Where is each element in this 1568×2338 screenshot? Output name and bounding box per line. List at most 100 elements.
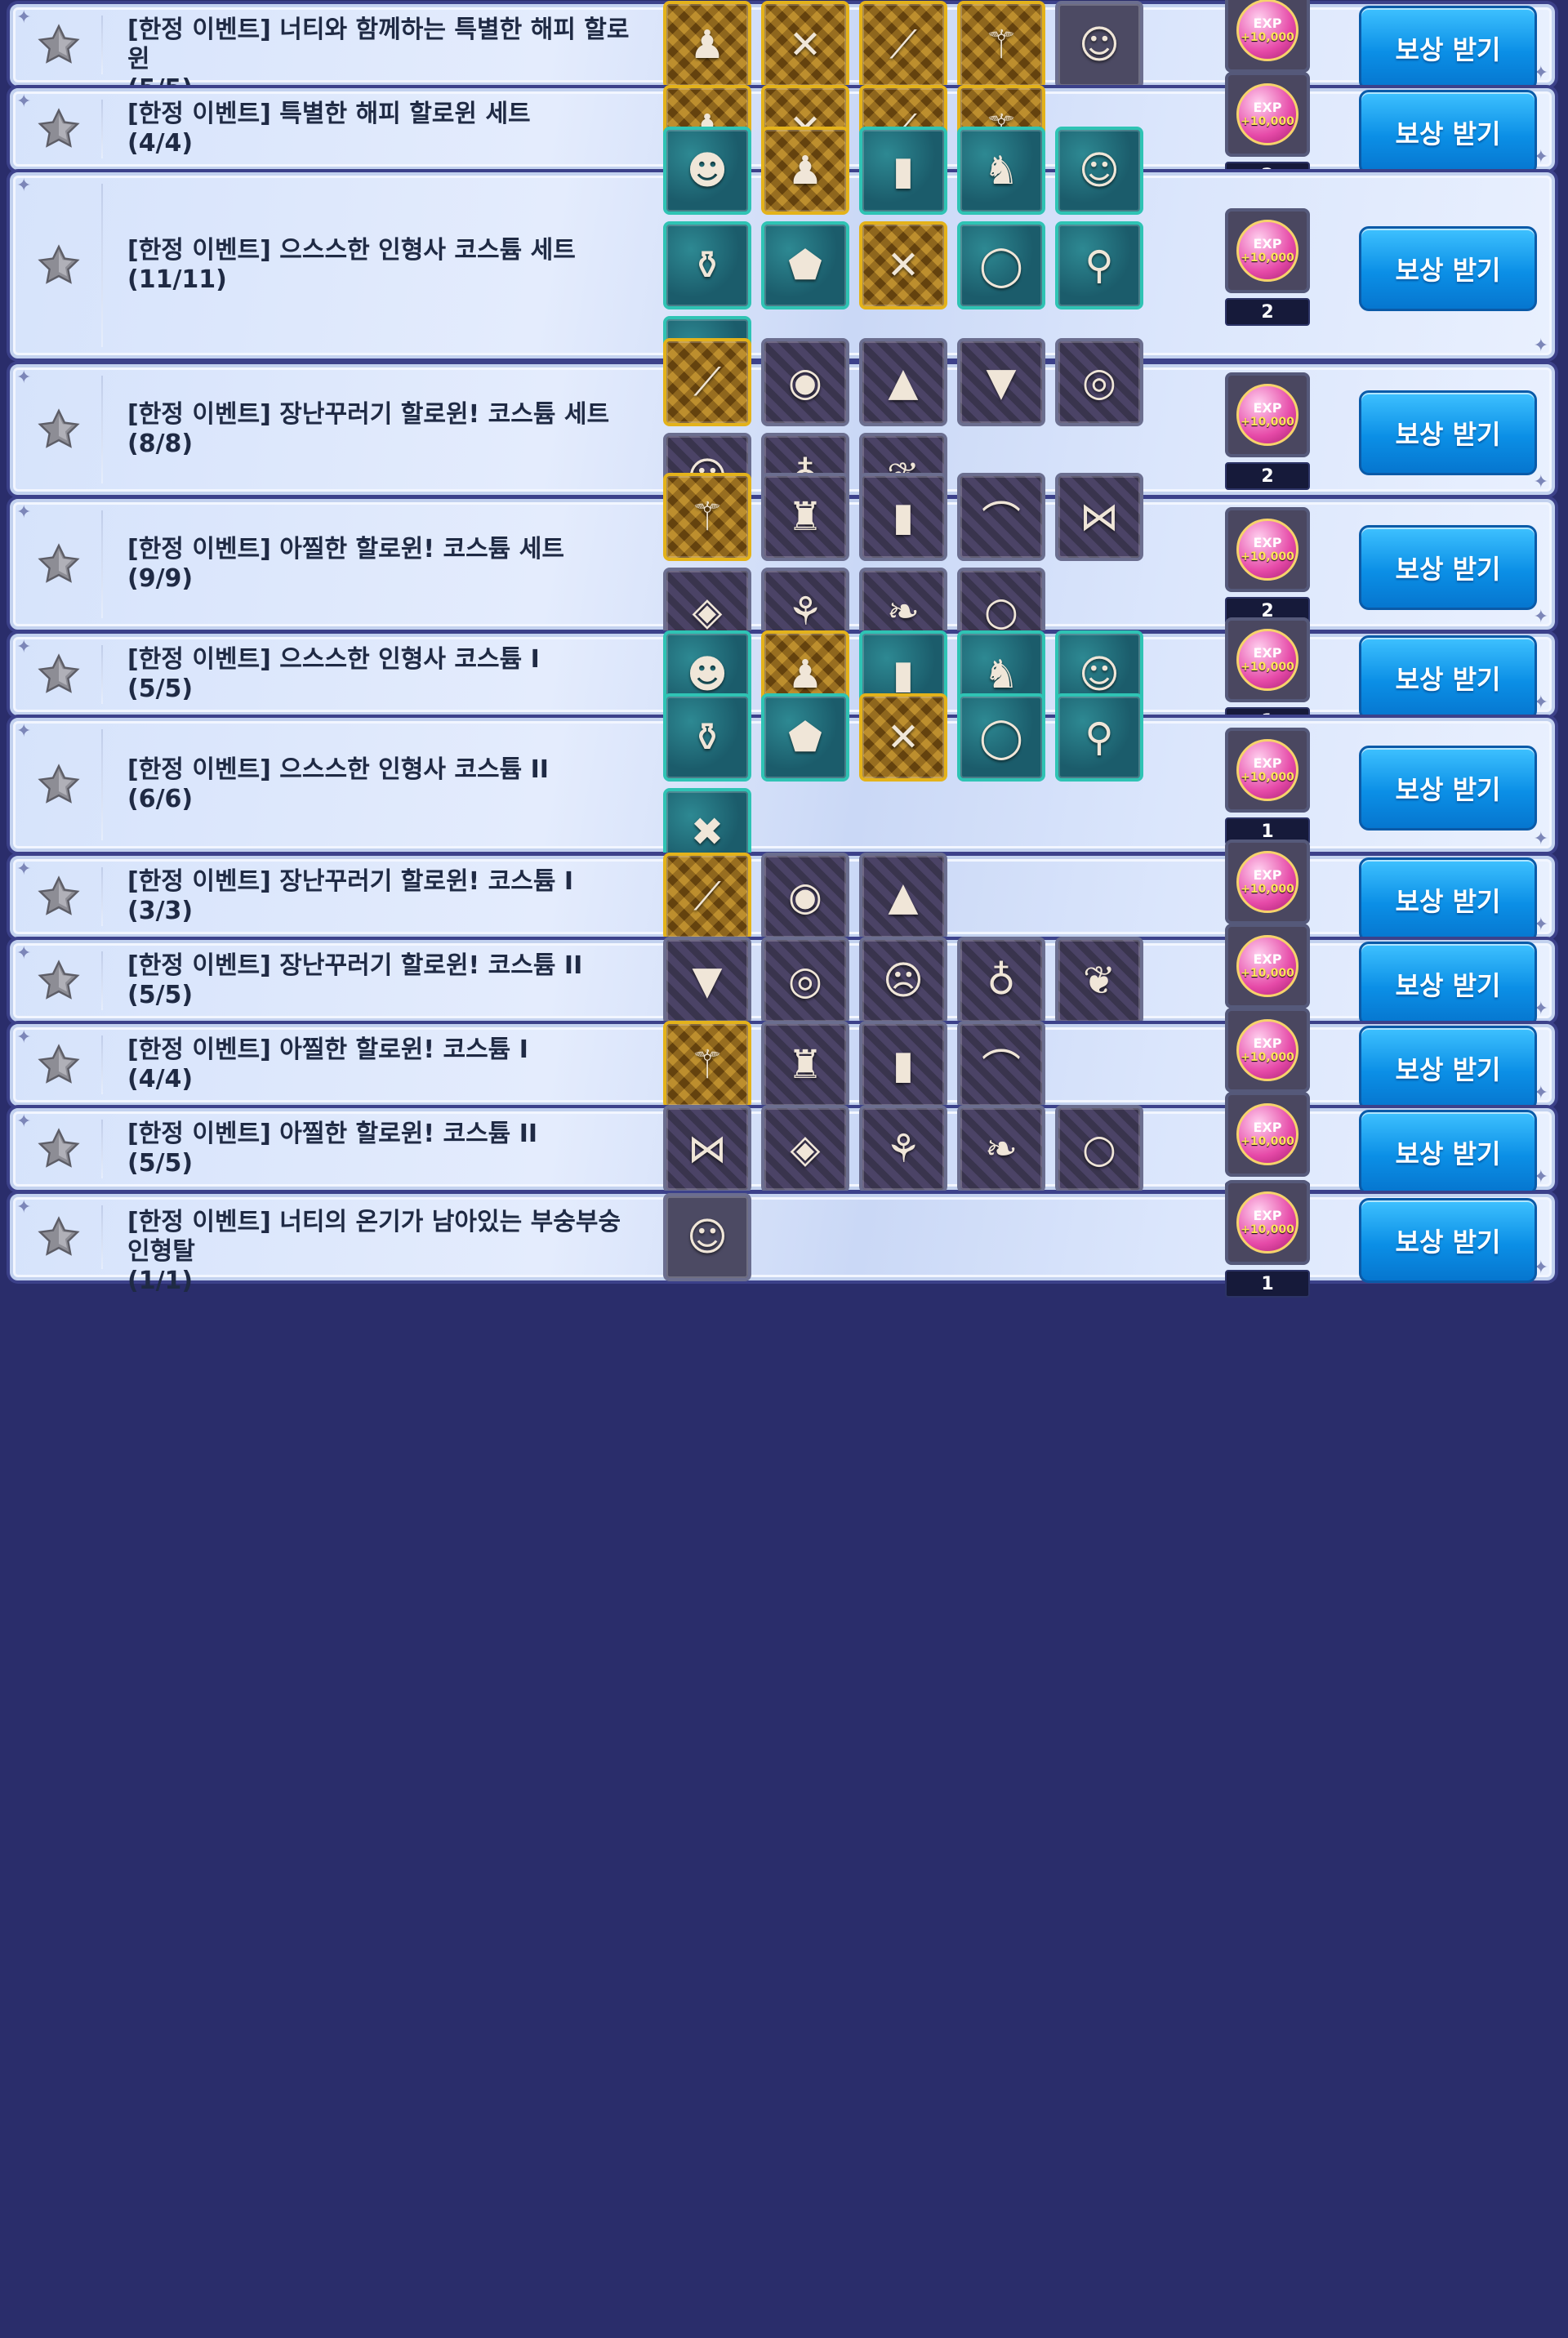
exp-label: EXP bbox=[1253, 645, 1282, 661]
reward-item-slot[interactable]: ⋈ bbox=[663, 1105, 751, 1193]
favorite-star-icon[interactable] bbox=[34, 650, 83, 699]
reward-item-slot[interactable]: ◉ bbox=[761, 338, 849, 426]
reward-item-slot[interactable]: ♞ bbox=[957, 127, 1045, 215]
sparkle-icon: ✦ bbox=[16, 721, 32, 741]
reward-item-slot[interactable]: ⚘ bbox=[859, 1105, 947, 1193]
favorite-star-icon[interactable] bbox=[34, 1040, 83, 1089]
reward-item-slot[interactable]: ☺ bbox=[663, 1193, 751, 1281]
reward-item-slot[interactable]: ❧ bbox=[957, 1105, 1045, 1193]
exp-reward-slot[interactable]: EXP +10,000 bbox=[1225, 1180, 1310, 1265]
crossed-stakes-icon: ✕ bbox=[788, 22, 822, 68]
achievement-row: ✦ ✦ [한정 이벤트] 너티의 온기가 남아있는 부숭부숭 인형탈 (1/1) ☺ EX… bbox=[10, 1180, 1555, 1298]
reward-item-slot[interactable]: ✕ bbox=[761, 1, 849, 89]
claim-reward-button[interactable]: 보상 받기 bbox=[1359, 1026, 1537, 1111]
exp-reward-slot[interactable]: EXP +10,000 bbox=[1225, 507, 1310, 592]
exp-amount: +10,000 bbox=[1241, 771, 1294, 784]
reward-item-slot[interactable]: ☺ bbox=[1055, 127, 1143, 215]
reward-item-slot[interactable]: ◈ bbox=[761, 1105, 849, 1193]
favorite-star-icon[interactable] bbox=[34, 872, 83, 921]
reward-item-slot[interactable]: ◯ bbox=[957, 221, 1045, 310]
claim-reward-button[interactable]: 보상 받기 bbox=[1359, 635, 1537, 720]
favorite-star-icon[interactable] bbox=[34, 20, 83, 69]
reward-item-slot[interactable]: ⬟ bbox=[761, 693, 849, 782]
reward-item-slot[interactable]: ◎ bbox=[761, 937, 849, 1025]
exp-label: EXP bbox=[1253, 1208, 1282, 1223]
reward-item-slot[interactable]: ◉ bbox=[761, 853, 849, 941]
reward-item-slot[interactable]: ⟋ bbox=[859, 1, 947, 89]
row-divider bbox=[101, 1120, 103, 1178]
exp-reward-slot[interactable]: EXP +10,000 bbox=[1225, 839, 1310, 924]
exp-reward-slot[interactable]: EXP +10,000 bbox=[1225, 1092, 1310, 1177]
reward-item-slot[interactable]: ⋈ bbox=[1055, 473, 1143, 561]
exp-reward-slot[interactable]: EXP +10,000 bbox=[1225, 372, 1310, 457]
favorite-star-icon[interactable] bbox=[34, 540, 83, 589]
reward-item-slot[interactable]: ✕ bbox=[859, 693, 947, 782]
favorite-star-icon[interactable] bbox=[34, 241, 83, 290]
coffin-icon: ⬟ bbox=[788, 715, 822, 760]
row-divider bbox=[101, 1205, 103, 1269]
exp-reward-slot[interactable]: EXP +10,000 bbox=[1225, 72, 1310, 157]
reward-item-slot[interactable]: ⚱ bbox=[663, 693, 751, 782]
favorite-star-icon[interactable] bbox=[34, 1213, 83, 1262]
exp-reward-slot[interactable]: EXP +10,000 bbox=[1225, 728, 1310, 813]
reward-item-slot[interactable]: ▲ bbox=[859, 853, 947, 941]
reward-item-slot[interactable]: ▮ bbox=[859, 127, 947, 215]
reward-item-slot[interactable]: ▲ bbox=[859, 338, 947, 426]
reward-item-slot[interactable]: ♟ bbox=[663, 1, 751, 89]
claim-reward-button[interactable]: 보상 받기 bbox=[1359, 1198, 1537, 1283]
reward-item-slot[interactable]: ⚚ bbox=[663, 1021, 751, 1109]
reward-item-slot[interactable]: ▮ bbox=[859, 1021, 947, 1109]
claim-reward-button[interactable]: 보상 받기 bbox=[1359, 6, 1537, 91]
reward-item-slot[interactable]: ♟ bbox=[761, 127, 849, 215]
favorite-star-icon[interactable] bbox=[34, 760, 83, 809]
claim-reward-button[interactable]: 보상 받기 bbox=[1359, 390, 1537, 475]
reward-item-slot[interactable]: ☻ bbox=[663, 127, 751, 215]
reward-item-slot[interactable]: ⚲ bbox=[1055, 221, 1143, 310]
reward-item-slot[interactable]: ○ bbox=[1055, 1105, 1143, 1193]
exp-reward-slot[interactable]: EXP +10,000 bbox=[1225, 924, 1310, 1009]
row-divider bbox=[101, 510, 103, 618]
reward-item-slot[interactable]: ⚚ bbox=[663, 473, 751, 561]
claim-reward-button[interactable]: 보상 받기 bbox=[1359, 857, 1537, 942]
reward-item-slot[interactable]: ☹ bbox=[859, 937, 947, 1025]
reward-item-slot[interactable]: ❦ bbox=[1055, 937, 1143, 1025]
exp-reward-slot[interactable]: EXP +10,000 bbox=[1225, 208, 1310, 293]
reward-item-slot[interactable]: ▼ bbox=[663, 937, 751, 1025]
reward-item-slot[interactable]: ☺ bbox=[1055, 1, 1143, 89]
reward-item-slot[interactable]: ⚲ bbox=[1055, 693, 1143, 782]
reward-item-slot[interactable]: ⟋ bbox=[663, 853, 751, 941]
reward-item-slot[interactable]: ◎ bbox=[1055, 338, 1143, 426]
exp-reward-slot[interactable]: EXP +10,000 bbox=[1225, 0, 1310, 73]
reward-item-slot[interactable]: ⬟ bbox=[761, 221, 849, 310]
reward-item-slot[interactable]: ♜ bbox=[761, 473, 849, 561]
sparkle-icon: ✦ bbox=[1533, 336, 1548, 356]
reward-item-slot[interactable]: ◯ bbox=[957, 693, 1045, 782]
favorite-star-icon[interactable] bbox=[34, 105, 83, 154]
exp-reward-slot[interactable]: EXP +10,000 bbox=[1225, 617, 1310, 702]
claim-reward-button[interactable]: 보상 받기 bbox=[1359, 90, 1537, 175]
exp-label: EXP bbox=[1253, 16, 1282, 31]
reward-item-slot[interactable]: ⌒ bbox=[957, 473, 1045, 561]
exp-reward: EXP+10,0002 bbox=[1225, 507, 1313, 625]
favorite-star-icon[interactable] bbox=[34, 956, 83, 1005]
reward-item-slot[interactable]: ♁ bbox=[957, 937, 1045, 1025]
exp-reward-slot[interactable]: EXP +10,000 bbox=[1225, 1008, 1310, 1093]
favorite-star-icon[interactable] bbox=[34, 1124, 83, 1173]
row-divider bbox=[101, 376, 103, 483]
claim-reward-button[interactable]: 보상 받기 bbox=[1359, 525, 1537, 610]
reward-item-slot[interactable]: ⚚ bbox=[957, 1, 1045, 89]
reward-item-slot[interactable]: ▮ bbox=[859, 473, 947, 561]
claim-reward-button[interactable]: 보상 받기 bbox=[1359, 942, 1537, 1026]
claim-reward-button[interactable]: 보상 받기 bbox=[1359, 746, 1537, 831]
reward-item-slot[interactable]: ♜ bbox=[761, 1021, 849, 1109]
favorite-star-icon[interactable] bbox=[34, 405, 83, 454]
exp-label: EXP bbox=[1253, 867, 1282, 883]
reward-item-slot[interactable]: ⟋ bbox=[663, 338, 751, 426]
claim-reward-button[interactable]: 보상 받기 bbox=[1359, 226, 1537, 311]
reward-item-slot[interactable]: ✕ bbox=[859, 221, 947, 310]
reward-item-slot[interactable]: ▼ bbox=[957, 338, 1045, 426]
reward-item-slot[interactable]: ⚱ bbox=[663, 221, 751, 310]
reward-item-slot[interactable]: ⌒ bbox=[957, 1021, 1045, 1109]
sparkle-icon: ✦ bbox=[16, 502, 32, 523]
claim-reward-button[interactable]: 보상 받기 bbox=[1359, 1110, 1537, 1195]
